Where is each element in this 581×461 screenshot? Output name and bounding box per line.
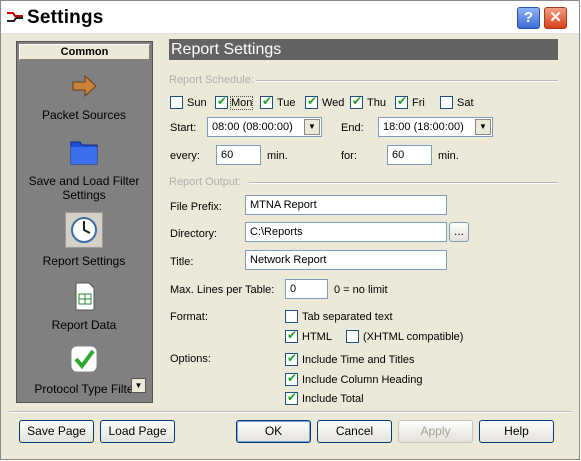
max-lines-hint: 0 = no limit [334, 284, 388, 296]
start-time-select[interactable]: 08:00 (08:00:00) ▼ [207, 117, 322, 137]
sidebar-item-save-load[interactable]: Save and Load Filter Settings [19, 136, 149, 202]
label-include-total: Include Total [302, 393, 364, 405]
checkbox-tue[interactable] [260, 94, 273, 109]
label-tue: Tue [277, 97, 296, 109]
scroll-down-icon[interactable]: ▼ [131, 378, 146, 393]
chevron-down-icon[interactable]: ▼ [475, 119, 491, 135]
start-time-value: 08:00 (08:00:00) [212, 121, 293, 133]
title-label: Title: [170, 256, 194, 268]
page-title: Report Settings [169, 39, 558, 60]
title-bar: Settings ? ✕ [1, 1, 579, 34]
label-include-column: Include Column Heading [302, 374, 423, 386]
label-tab-separated: Tab separated text [302, 311, 393, 323]
label-sat: Sat [457, 97, 474, 109]
start-label: Start: [170, 122, 197, 134]
load-page-button[interactable]: Load Page [100, 420, 175, 443]
document-icon [75, 282, 95, 311]
options-label: Options: [170, 353, 211, 365]
checkbox-mon[interactable] [215, 94, 228, 109]
close-button[interactable]: ✕ [544, 7, 567, 29]
help-button[interactable]: ? [517, 7, 540, 29]
clock-icon [71, 217, 97, 243]
sidebar-item-label: Report Settings [42, 254, 126, 268]
every-unit: min. [267, 150, 288, 162]
sidebar-item-protocol-type-filter[interactable]: Protocol Type Filte [19, 344, 149, 396]
checkbox-xhtml[interactable] [346, 330, 359, 343]
sidebar-item-label: Save and Load Filter Settings [28, 174, 140, 202]
checkbox-include-total[interactable] [285, 390, 298, 405]
label-sun: Sun [187, 97, 207, 109]
sidebar-item-report-data[interactable]: Report Data [19, 280, 149, 332]
end-time-value: 18:00 (18:00:00) [383, 121, 464, 133]
title-input[interactable]: Network Report [245, 250, 447, 270]
output-divider [249, 182, 558, 184]
format-label: Format: [170, 311, 208, 323]
checkbox-html[interactable] [285, 328, 298, 343]
checkbox-sat[interactable] [440, 96, 453, 109]
selected-frame [65, 212, 103, 248]
directory-input[interactable]: C:\Reports [245, 222, 447, 242]
help-footer-button[interactable]: Help [479, 420, 554, 443]
prefix-label: File Prefix: [170, 201, 222, 213]
browse-button[interactable]: ... [449, 222, 469, 242]
label-wed: Wed [322, 97, 345, 109]
checkbox-tab-separated[interactable] [285, 310, 298, 323]
for-unit: min. [438, 150, 459, 162]
file-prefix-input[interactable]: MTNA Report [245, 195, 447, 215]
sidebar-item-label: Protocol Type Filte [34, 382, 134, 396]
schedule-group-label: Report Schedule: [169, 74, 254, 86]
checkbox-wed[interactable] [305, 94, 318, 109]
max-lines-label: Max. Lines per Table: [170, 284, 275, 296]
schedule-divider [256, 80, 558, 82]
cancel-button[interactable]: Cancel [317, 420, 392, 443]
checkbox-include-column[interactable] [285, 371, 298, 386]
sidebar-item-label: Packet Sources [41, 108, 127, 122]
save-page-button[interactable]: Save Page [19, 420, 94, 443]
label-fri: Fri [412, 97, 425, 109]
arrow-icon [72, 74, 97, 98]
sidebar: Common Packet Sources Save and Load Filt… [16, 41, 153, 403]
sidebar-item-report-settings[interactable]: Report Settings [19, 212, 149, 268]
label-xhtml: (XHTML compatible) [363, 331, 464, 343]
end-label: End: [341, 122, 364, 134]
checkbox-sun[interactable] [170, 96, 183, 109]
label-html: HTML [302, 331, 332, 343]
label-thu: Thu [367, 97, 386, 109]
checkbox-include-time[interactable] [285, 351, 298, 366]
apply-button[interactable]: Apply [398, 420, 473, 443]
sidebar-item-packet-sources[interactable]: Packet Sources [19, 70, 149, 122]
checkbox-fri[interactable] [395, 94, 408, 109]
sidebar-item-label: Report Data [51, 318, 117, 332]
for-input[interactable]: 60 [387, 145, 432, 165]
settings-window: Settings ? ✕ Common Packet Sources Save … [0, 0, 580, 460]
footer-divider [9, 411, 571, 413]
every-input[interactable]: 60 [216, 145, 261, 165]
ok-button[interactable]: OK [236, 420, 311, 443]
end-time-select[interactable]: 18:00 (18:00:00) ▼ [378, 117, 493, 137]
max-lines-input[interactable]: 0 [285, 279, 328, 299]
label-mon: Mon [229, 96, 254, 110]
for-label: for: [341, 150, 357, 162]
every-label: every: [170, 150, 200, 162]
chevron-down-icon[interactable]: ▼ [304, 119, 320, 135]
app-icon [7, 12, 23, 22]
label-include-time: Include Time and Titles [302, 354, 415, 366]
checkmark-icon [70, 345, 98, 373]
folder-icon [70, 141, 98, 165]
window-title: Settings [27, 7, 104, 28]
directory-label: Directory: [170, 228, 218, 240]
checkbox-thu[interactable] [350, 94, 363, 109]
sidebar-header[interactable]: Common [19, 44, 150, 60]
output-group-label: Report Output: [169, 176, 242, 188]
